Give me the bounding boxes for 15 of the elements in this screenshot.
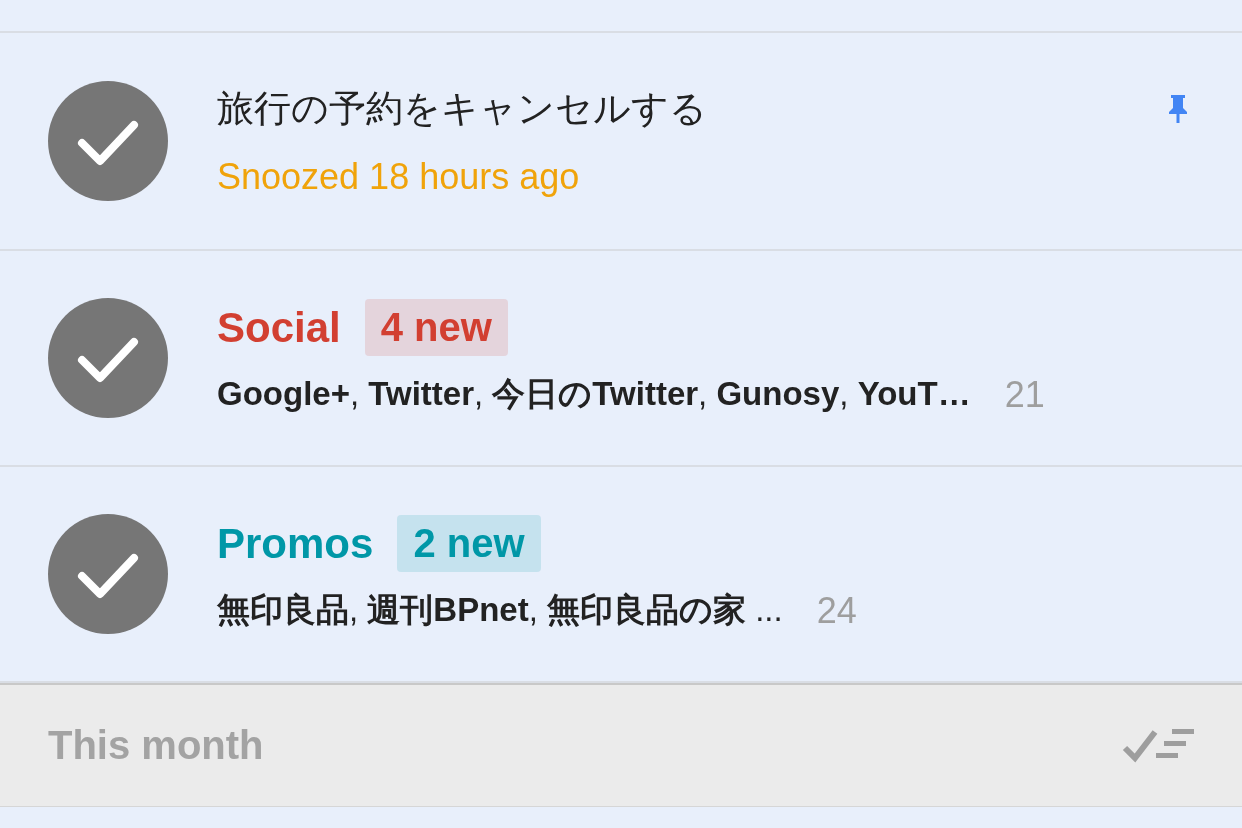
snooze-status: Snoozed 18 hours ago — [217, 156, 581, 198]
pin-icon[interactable] — [1166, 94, 1190, 124]
message-count: 21 — [1004, 373, 1045, 416]
check-avatar-icon[interactable] — [48, 81, 168, 201]
new-count-badge: 4 new — [364, 299, 508, 356]
bundle-name: Social — [217, 303, 341, 352]
sender-list: 無印良品, 週刊BPnet, 無印良品の家 ... — [217, 588, 783, 633]
new-count-badge: 2 new — [397, 515, 541, 572]
sender-list: Google+, Twitter, 今日のTwitter, Gunosy, YouT… — [217, 372, 971, 417]
check-avatar-icon[interactable] — [48, 298, 168, 418]
bundle-name: Promos — [217, 519, 374, 568]
section-title: This month — [48, 723, 264, 768]
reminder-title: 旅行の予約をキャンセルする — [217, 86, 707, 132]
message-count: 24 — [816, 589, 857, 632]
check-avatar-icon[interactable] — [48, 514, 168, 634]
